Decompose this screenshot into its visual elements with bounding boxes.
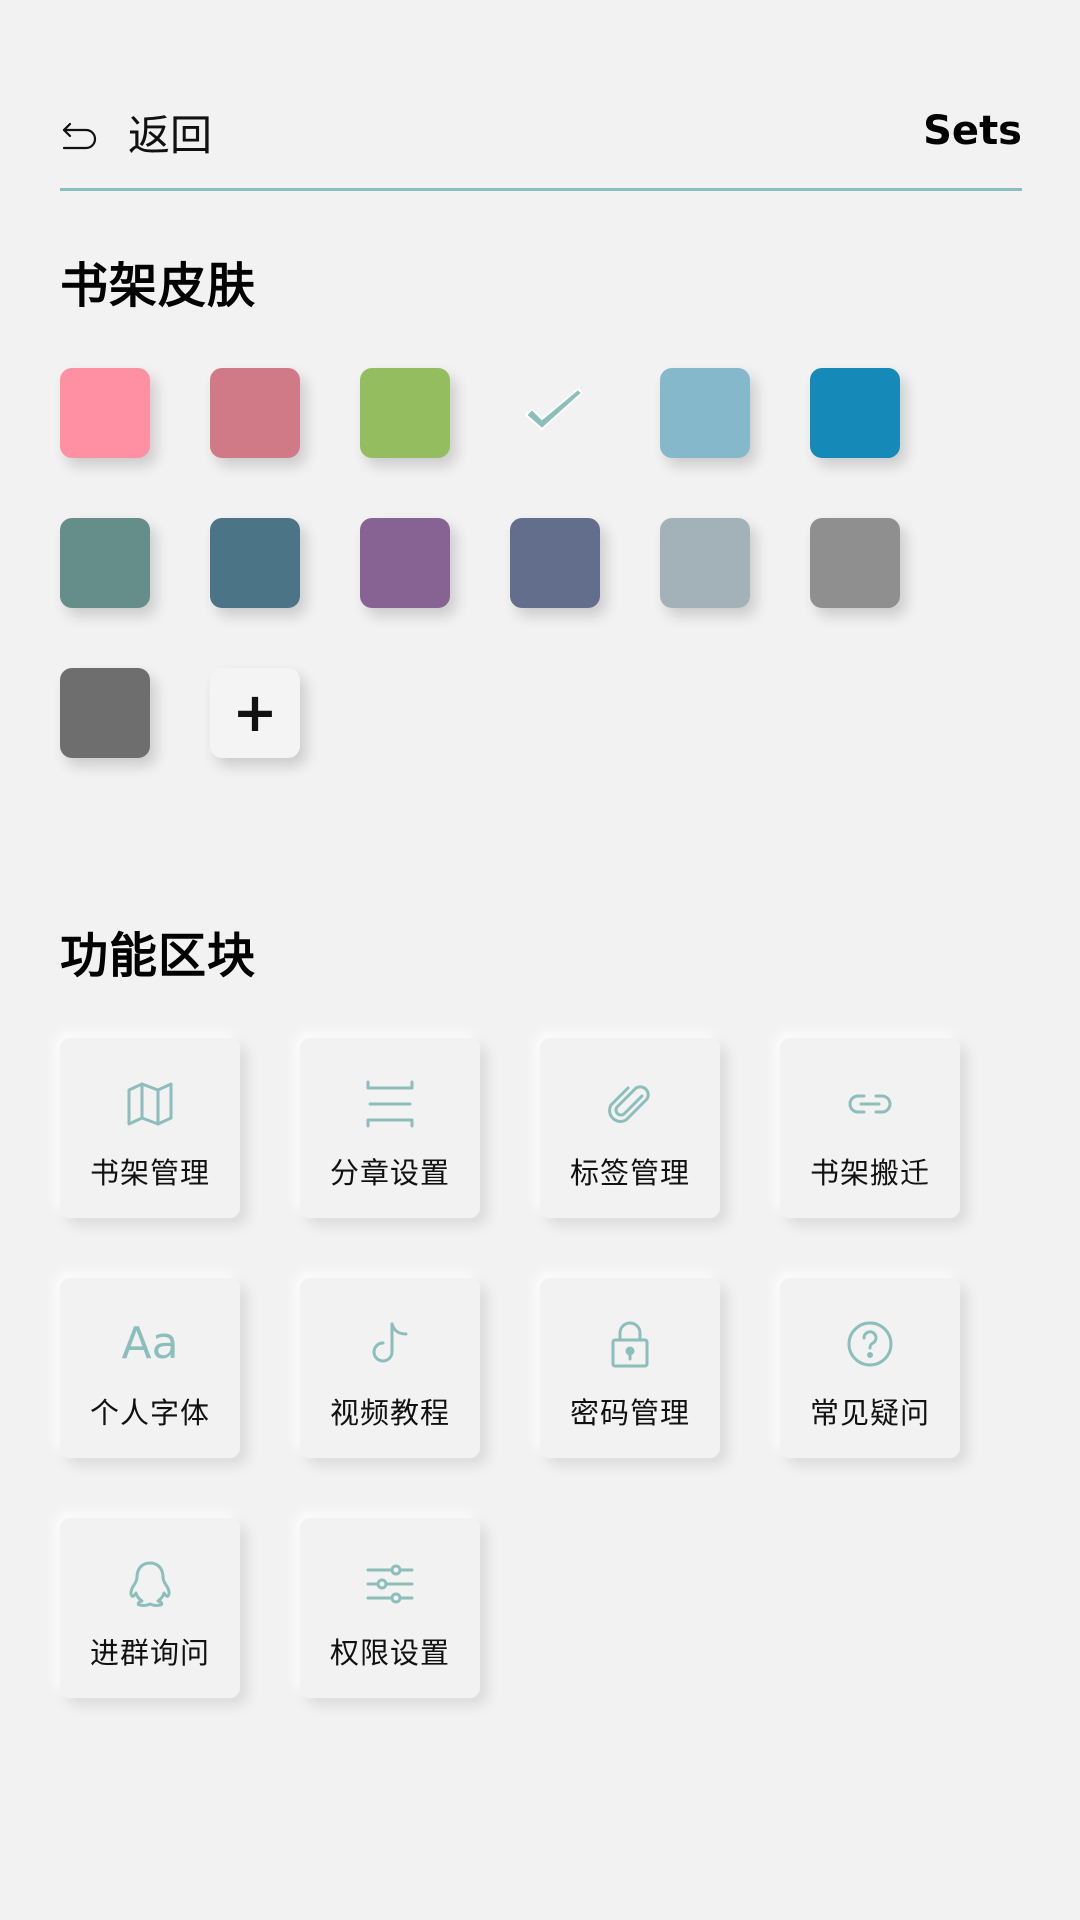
function-tile-label: 视频教程 bbox=[329, 1396, 450, 1430]
skin-swatch[interactable] bbox=[360, 518, 450, 608]
function-tile[interactable]: 密码管理 bbox=[540, 1278, 720, 1458]
skin-swatch[interactable] bbox=[60, 518, 150, 608]
function-tile-label: 进群询问 bbox=[89, 1636, 210, 1670]
function-tile[interactable]: Aa 个人字体 bbox=[60, 1278, 240, 1458]
link-icon bbox=[842, 1076, 898, 1132]
skin-swatch[interactable] bbox=[810, 368, 900, 458]
tiktok-icon bbox=[362, 1316, 418, 1372]
header: 返回 Sets bbox=[60, 100, 1022, 190]
split-icon bbox=[362, 1076, 418, 1132]
plus-icon: + bbox=[232, 681, 278, 744]
skin-section-title: 书架皮肤 bbox=[60, 258, 257, 314]
function-section-title: 功能区块 bbox=[60, 928, 257, 984]
function-tile-label: 分章设置 bbox=[329, 1156, 450, 1190]
function-tile[interactable]: 分章设置 bbox=[300, 1038, 480, 1218]
function-tile-label: 标签管理 bbox=[569, 1156, 690, 1190]
skin-swatch[interactable] bbox=[60, 668, 150, 758]
function-tile-label: 个人字体 bbox=[89, 1396, 210, 1430]
skin-swatch[interactable] bbox=[360, 368, 450, 458]
skin-swatch[interactable] bbox=[510, 518, 600, 608]
check-icon bbox=[525, 388, 583, 430]
function-tile-label: 密码管理 bbox=[569, 1396, 690, 1430]
map-icon bbox=[122, 1076, 178, 1132]
skin-swatch[interactable] bbox=[810, 518, 900, 608]
function-tile[interactable]: 常见疑问 bbox=[780, 1278, 960, 1458]
font-icon: Aa bbox=[121, 1318, 179, 1369]
skin-swatch-selected[interactable] bbox=[510, 368, 600, 458]
function-tile[interactable]: 进群询问 bbox=[60, 1518, 240, 1698]
qq-icon bbox=[122, 1556, 178, 1612]
add-skin-button[interactable]: + bbox=[210, 668, 300, 758]
question-icon bbox=[842, 1316, 898, 1372]
lock-icon bbox=[602, 1316, 658, 1372]
function-tile-label: 书架搬迁 bbox=[809, 1156, 930, 1190]
function-tile[interactable]: 视频教程 bbox=[300, 1278, 480, 1458]
skin-swatch[interactable] bbox=[660, 518, 750, 608]
paperclip-icon bbox=[602, 1076, 658, 1132]
function-tile[interactable]: 书架管理 bbox=[60, 1038, 240, 1218]
function-tile[interactable]: 标签管理 bbox=[540, 1038, 720, 1218]
skin-swatch[interactable] bbox=[60, 368, 150, 458]
skin-swatch[interactable] bbox=[660, 368, 750, 458]
back-arrow-icon bbox=[62, 122, 97, 150]
function-tile-label: 常见疑问 bbox=[809, 1396, 930, 1430]
page-title: Sets bbox=[923, 108, 1022, 154]
skin-swatch[interactable] bbox=[210, 368, 300, 458]
function-tile-label: 书架管理 bbox=[89, 1156, 210, 1190]
header-divider bbox=[60, 188, 1022, 191]
settings-page: 返回 Sets 书架皮肤 + 功能区块 书架管理 分章设置 标签管理 书架搬迁 Aa 个人… bbox=[0, 0, 1080, 1920]
function-tile-label: 权限设置 bbox=[329, 1636, 450, 1670]
function-tile[interactable]: 书架搬迁 bbox=[780, 1038, 960, 1218]
sliders-icon bbox=[362, 1556, 418, 1612]
back-button[interactable]: 返回 bbox=[60, 106, 212, 166]
back-label: 返回 bbox=[128, 111, 213, 160]
skin-swatch[interactable] bbox=[210, 518, 300, 608]
function-tile[interactable]: 权限设置 bbox=[300, 1518, 480, 1698]
